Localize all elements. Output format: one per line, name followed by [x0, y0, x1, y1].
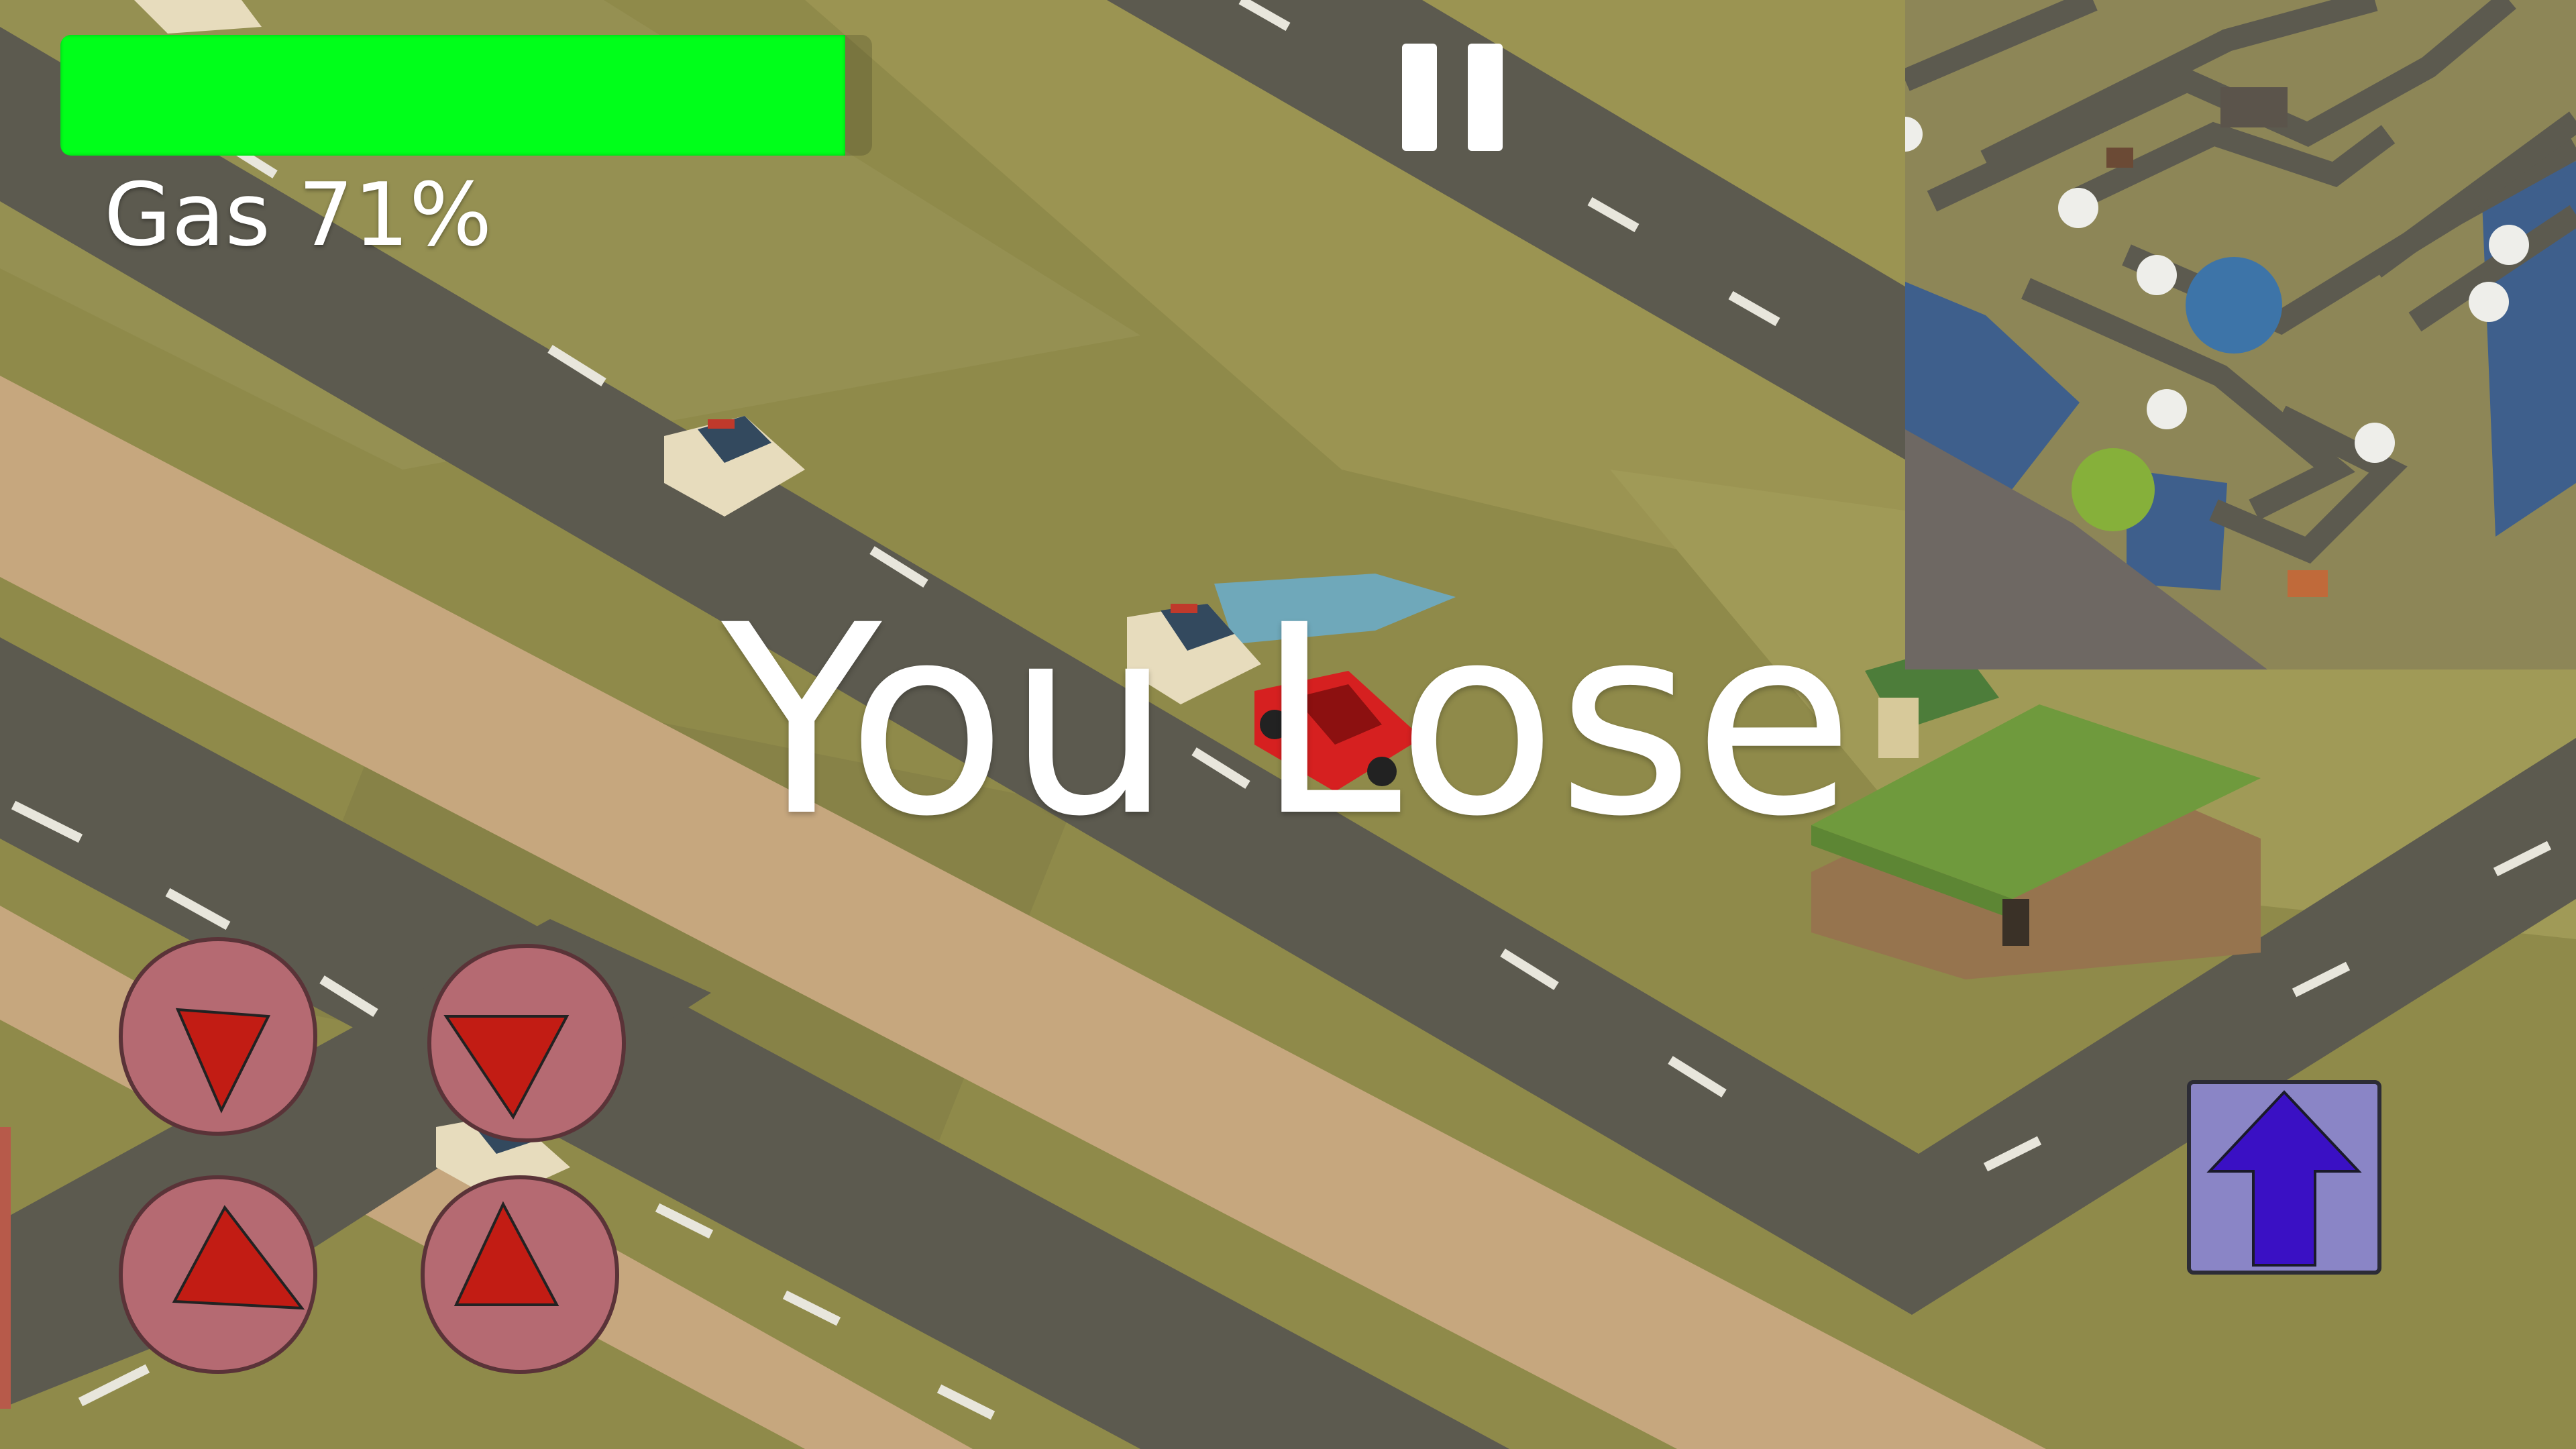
pause-button[interactable] [1402, 44, 1503, 151]
gas-label: Gas 71% [104, 164, 492, 266]
gas-bar [60, 35, 872, 156]
you-lose-message: You Lose [721, 569, 1855, 873]
pause-icon [1402, 44, 1437, 151]
pause-icon [1468, 44, 1503, 151]
minimap-player-marker [2186, 257, 2282, 354]
gas-bar-fill [60, 35, 845, 156]
steer-right-up-button[interactable] [416, 1171, 624, 1379]
steer-right-down-button[interactable] [423, 939, 631, 1147]
steer-left-down-button[interactable] [114, 932, 322, 1140]
minimap [1905, 0, 2576, 669]
arrow-up-icon [2206, 1090, 2362, 1267]
steer-left-up-button[interactable] [114, 1171, 322, 1379]
accelerate-button[interactable] [2187, 1080, 2381, 1275]
minimap-goal-marker [2072, 448, 2155, 531]
